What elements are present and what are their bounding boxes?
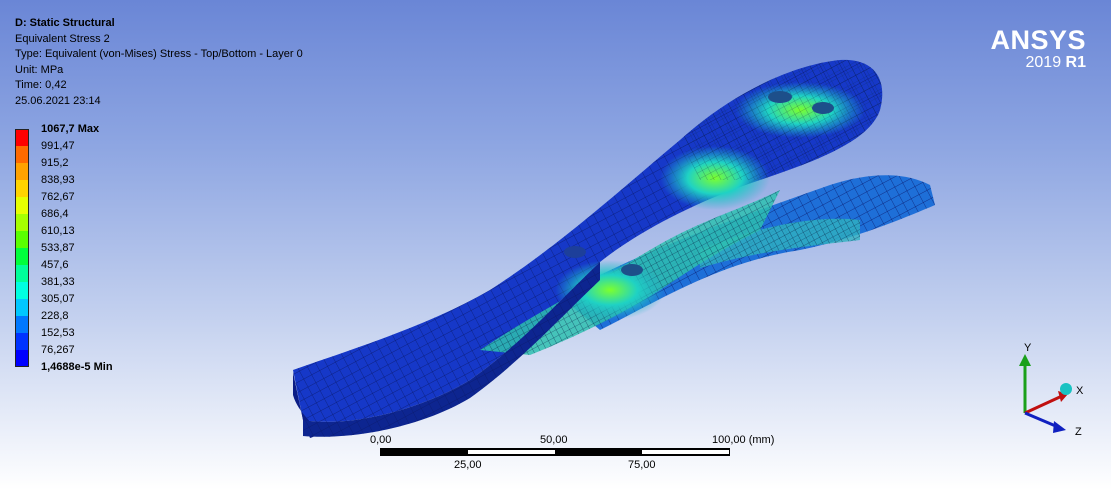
legend-swatch xyxy=(15,299,29,316)
logo-brand: ANSYS xyxy=(990,25,1086,55)
result-date: 25.06.2021 23:14 xyxy=(15,94,101,107)
ansys-logo: ANSYS 2019 R1 xyxy=(990,26,1086,72)
legend-swatch xyxy=(15,214,29,231)
scale-segment-4 xyxy=(642,449,729,455)
legend-value: 76,267 xyxy=(41,344,75,356)
scale-tick-75: 75,00 xyxy=(628,459,656,471)
z-axis-label: Z xyxy=(1075,426,1082,438)
scale-tick-50: 50,00 xyxy=(540,434,568,446)
legend-value: 152,53 xyxy=(41,327,75,339)
y-axis-label: Y xyxy=(1024,342,1032,354)
logo-version: 2019 R1 xyxy=(1025,54,1087,71)
legend-value: 991,47 xyxy=(41,140,75,152)
legend-swatch xyxy=(15,146,29,163)
legend-value: 686,4 xyxy=(41,208,69,220)
legend-value: 610,13 xyxy=(41,225,75,237)
result-type: Type: Equivalent (von-Mises) Stress - To… xyxy=(15,48,303,61)
legend-value: 533,87 xyxy=(41,242,75,254)
legend-min-label: 1,4688e-5 Min xyxy=(41,361,113,373)
legend-value: 305,07 xyxy=(41,293,75,305)
legend-max-label: 1067,7 Max xyxy=(41,123,100,135)
legend-value: 457,6 xyxy=(41,259,69,271)
analysis-title: D: Static Structural xyxy=(15,17,115,29)
scale-tick-25: 25,00 xyxy=(454,459,482,471)
legend-value: 838,93 xyxy=(41,174,75,186)
legend-swatch xyxy=(15,350,29,367)
legend-swatch xyxy=(15,163,29,180)
scale-segment-1 xyxy=(381,449,468,455)
scale-segment-3 xyxy=(555,449,642,455)
result-info-panel: D: Static Structural Equivalent Stress 2… xyxy=(15,16,303,110)
legend-swatch xyxy=(15,180,29,197)
legend-swatch xyxy=(15,316,29,333)
legend-swatch xyxy=(15,231,29,248)
legend-value: 381,33 xyxy=(41,276,75,288)
legend-value: 915,2 xyxy=(41,157,69,169)
legend-swatch xyxy=(15,197,29,214)
legend-swatch xyxy=(15,282,29,299)
legend-swatch xyxy=(15,333,29,350)
legend-swatch xyxy=(15,265,29,282)
x-axis-label: X xyxy=(1076,385,1084,397)
result-time: Time: 0,42 xyxy=(15,79,67,92)
legend-value: 228,8 xyxy=(41,310,69,322)
scale-bar: 0,00 50,00 100,00 (mm) 25,00 75,00 xyxy=(370,434,774,474)
scale-tick-100: 100,00 (mm) xyxy=(712,434,775,446)
scale-segment-2 xyxy=(468,449,555,455)
legend-swatch xyxy=(15,248,29,265)
legend-value: 762,67 xyxy=(41,191,75,203)
scale-tick-0: 0,00 xyxy=(370,434,392,446)
result-name: Equivalent Stress 2 xyxy=(15,32,110,45)
result-unit: Unit: MPa xyxy=(15,63,64,76)
legend-swatch xyxy=(15,129,29,146)
triad-labels: Y X Z xyxy=(1000,330,1111,450)
